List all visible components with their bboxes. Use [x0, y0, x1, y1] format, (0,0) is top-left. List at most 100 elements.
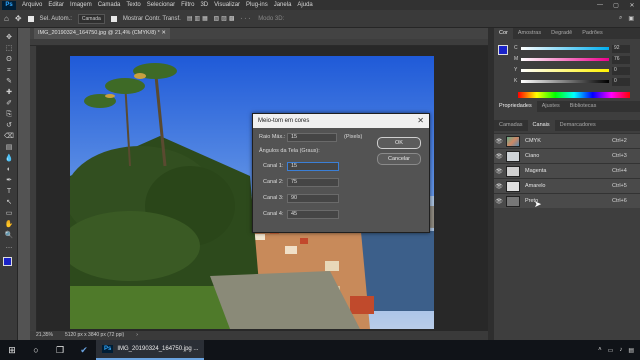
slider-value-k[interactable]: 0: [612, 78, 630, 86]
foreground-color-swatch[interactable]: [3, 257, 12, 266]
taskbar-photoshop-app[interactable]: Ps IMG_20190324_164750.jpg ...: [96, 340, 205, 360]
auto-select-dropdown[interactable]: Camada: [77, 13, 105, 24]
menu-3d[interactable]: 3D: [197, 2, 211, 8]
stamp-icon[interactable]: ⎘: [0, 109, 18, 120]
close-button[interactable]: ✕: [624, 2, 640, 9]
zoom-icon[interactable]: 🔍: [0, 230, 18, 241]
channel-1-angle-input[interactable]: 15: [287, 162, 339, 171]
network-icon[interactable]: ▭: [608, 347, 614, 354]
minimize-button[interactable]: —: [592, 2, 608, 9]
start-icon[interactable]: ⊞: [0, 340, 24, 360]
pixels-unit-label: (Pixels): [344, 134, 363, 140]
type-icon[interactable]: T: [0, 186, 18, 197]
max-radius-input[interactable]: 15: [287, 133, 337, 142]
channel-row-preto[interactable]: 👁 Preto Ctrl+6: [494, 193, 640, 208]
tab-color-3[interactable]: Padrões: [577, 28, 608, 39]
channel-1-angle-label: Canal 1:: [263, 163, 284, 169]
menu-ajuda[interactable]: Ajuda: [294, 2, 315, 8]
check-app-icon[interactable]: ✔: [72, 340, 96, 360]
slider-value-m[interactable]: 76: [612, 56, 630, 64]
channel-thumbnail: [506, 195, 520, 207]
auto-select-checkbox[interactable]: [27, 15, 34, 22]
marquee-icon[interactable]: ⬚: [0, 43, 18, 54]
menu-filtro[interactable]: Filtro: [178, 2, 197, 8]
search-icon[interactable]: ○: [24, 340, 48, 360]
channel-row-ciano[interactable]: 👁 Ciano Ctrl+3: [494, 148, 640, 163]
dialog-close-icon[interactable]: ✕: [417, 114, 424, 128]
align-icons[interactable]: ▤▥▦ ▧▨▩ ···: [187, 15, 252, 22]
lasso-icon[interactable]: ʘ: [0, 54, 18, 65]
slider-k[interactable]: [521, 80, 609, 83]
tab-close-icon[interactable]: ✕: [161, 30, 166, 36]
show-transform-checkbox[interactable]: [110, 15, 117, 22]
channel-3-angle-input[interactable]: 90: [287, 194, 339, 203]
slider-y[interactable]: [521, 69, 609, 72]
channel-2-angle-input[interactable]: 75: [287, 178, 339, 187]
tray-chevron-icon[interactable]: ˄: [598, 347, 602, 353]
pen-icon[interactable]: ✒: [0, 175, 18, 186]
status-arrow-icon[interactable]: ›: [136, 331, 138, 340]
slider-m[interactable]: [521, 58, 609, 61]
visibility-eye-icon[interactable]: 👁: [494, 183, 504, 190]
home-icon[interactable]: ⌂: [4, 14, 9, 23]
channel-shortcut: Ctrl+6: [612, 198, 627, 204]
menu-imagem[interactable]: Imagem: [67, 2, 95, 8]
move-tool-icon[interactable]: ✥: [15, 14, 22, 23]
tab-color-1[interactable]: Amostras: [513, 28, 546, 39]
channel-row-magenta[interactable]: 👁 Magenta Ctrl+4: [494, 163, 640, 178]
slider-c[interactable]: [521, 47, 609, 50]
visibility-eye-icon[interactable]: 👁: [494, 168, 504, 175]
history-brush-icon[interactable]: ↺: [0, 120, 18, 131]
workspace-icon[interactable]: ▣: [628, 15, 634, 22]
channel-row-cmyk[interactable]: 👁 CMYK Ctrl+2: [494, 133, 640, 148]
tab-props-2[interactable]: Bibliotecas: [565, 101, 602, 112]
tab-layers-2[interactable]: Demarcadores: [555, 120, 601, 131]
cancel-button[interactable]: Cancelar: [377, 153, 421, 165]
path-select-icon[interactable]: ↖: [0, 197, 18, 208]
brush-icon[interactable]: ✐: [0, 98, 18, 109]
menu-visualizar[interactable]: Visualizar: [211, 2, 243, 8]
tab-color-0[interactable]: Cor: [494, 28, 513, 39]
eyedropper-icon[interactable]: ✎: [0, 76, 18, 87]
document-tab[interactable]: IMG_20190324_164750.jpg @ 21,4% (CMYK/8)…: [34, 28, 170, 39]
visibility-eye-icon[interactable]: 👁: [494, 198, 504, 205]
shape-icon[interactable]: ▭: [0, 208, 18, 219]
slider-value-y[interactable]: 0: [612, 67, 630, 75]
hand-icon[interactable]: ✋: [0, 219, 18, 230]
eraser-icon[interactable]: ⌫: [0, 131, 18, 142]
foreground-color-chip[interactable]: [498, 45, 508, 55]
color-spectrum-bar[interactable]: [518, 92, 630, 98]
maximize-button[interactable]: ▢: [608, 2, 624, 9]
tab-layers-0[interactable]: Camadas: [494, 120, 528, 131]
more-icon[interactable]: …: [0, 241, 18, 252]
volume-icon[interactable]: ♪: [619, 347, 622, 353]
blur-icon[interactable]: 💧: [0, 153, 18, 164]
move-icon[interactable]: ✥: [0, 32, 18, 43]
search-icon[interactable]: ⌕: [619, 15, 622, 22]
notification-icon[interactable]: ▤: [628, 347, 634, 354]
slider-value-c[interactable]: 92: [612, 45, 630, 53]
ok-button[interactable]: OK: [377, 137, 421, 149]
dodge-icon[interactable]: ◐: [0, 164, 18, 175]
zoom-level[interactable]: 21,35%: [36, 331, 53, 340]
tab-props-1[interactable]: Ajustes: [537, 101, 565, 112]
healing-icon[interactable]: ✚: [0, 87, 18, 98]
tab-props-0[interactable]: Propriedades: [494, 101, 537, 112]
visibility-eye-icon[interactable]: 👁: [494, 153, 504, 160]
tab-layers-1[interactable]: Canais: [527, 120, 555, 131]
tab-color-2[interactable]: Degradê: [546, 28, 577, 39]
menu-camada[interactable]: Camada: [95, 2, 124, 8]
channel-row-amarelo[interactable]: 👁 Amarelo Ctrl+5: [494, 178, 640, 193]
menu-selecionar[interactable]: Selecionar: [144, 2, 178, 8]
menu-editar[interactable]: Editar: [45, 2, 67, 8]
channel-4-angle-input[interactable]: 45: [287, 210, 339, 219]
menu-arquivo[interactable]: Arquivo: [19, 2, 45, 8]
task-view-icon[interactable]: ❐: [48, 340, 72, 360]
photoshop-logo: Ps: [2, 0, 16, 10]
gradient-icon[interactable]: ▤: [0, 142, 18, 153]
menu-janela[interactable]: Janela: [271, 2, 295, 8]
visibility-eye-icon[interactable]: 👁: [494, 138, 504, 145]
crop-icon[interactable]: ⌗: [0, 65, 18, 76]
menu-plug-ins[interactable]: Plug-ins: [243, 2, 271, 8]
menu-texto[interactable]: Texto: [123, 2, 143, 8]
